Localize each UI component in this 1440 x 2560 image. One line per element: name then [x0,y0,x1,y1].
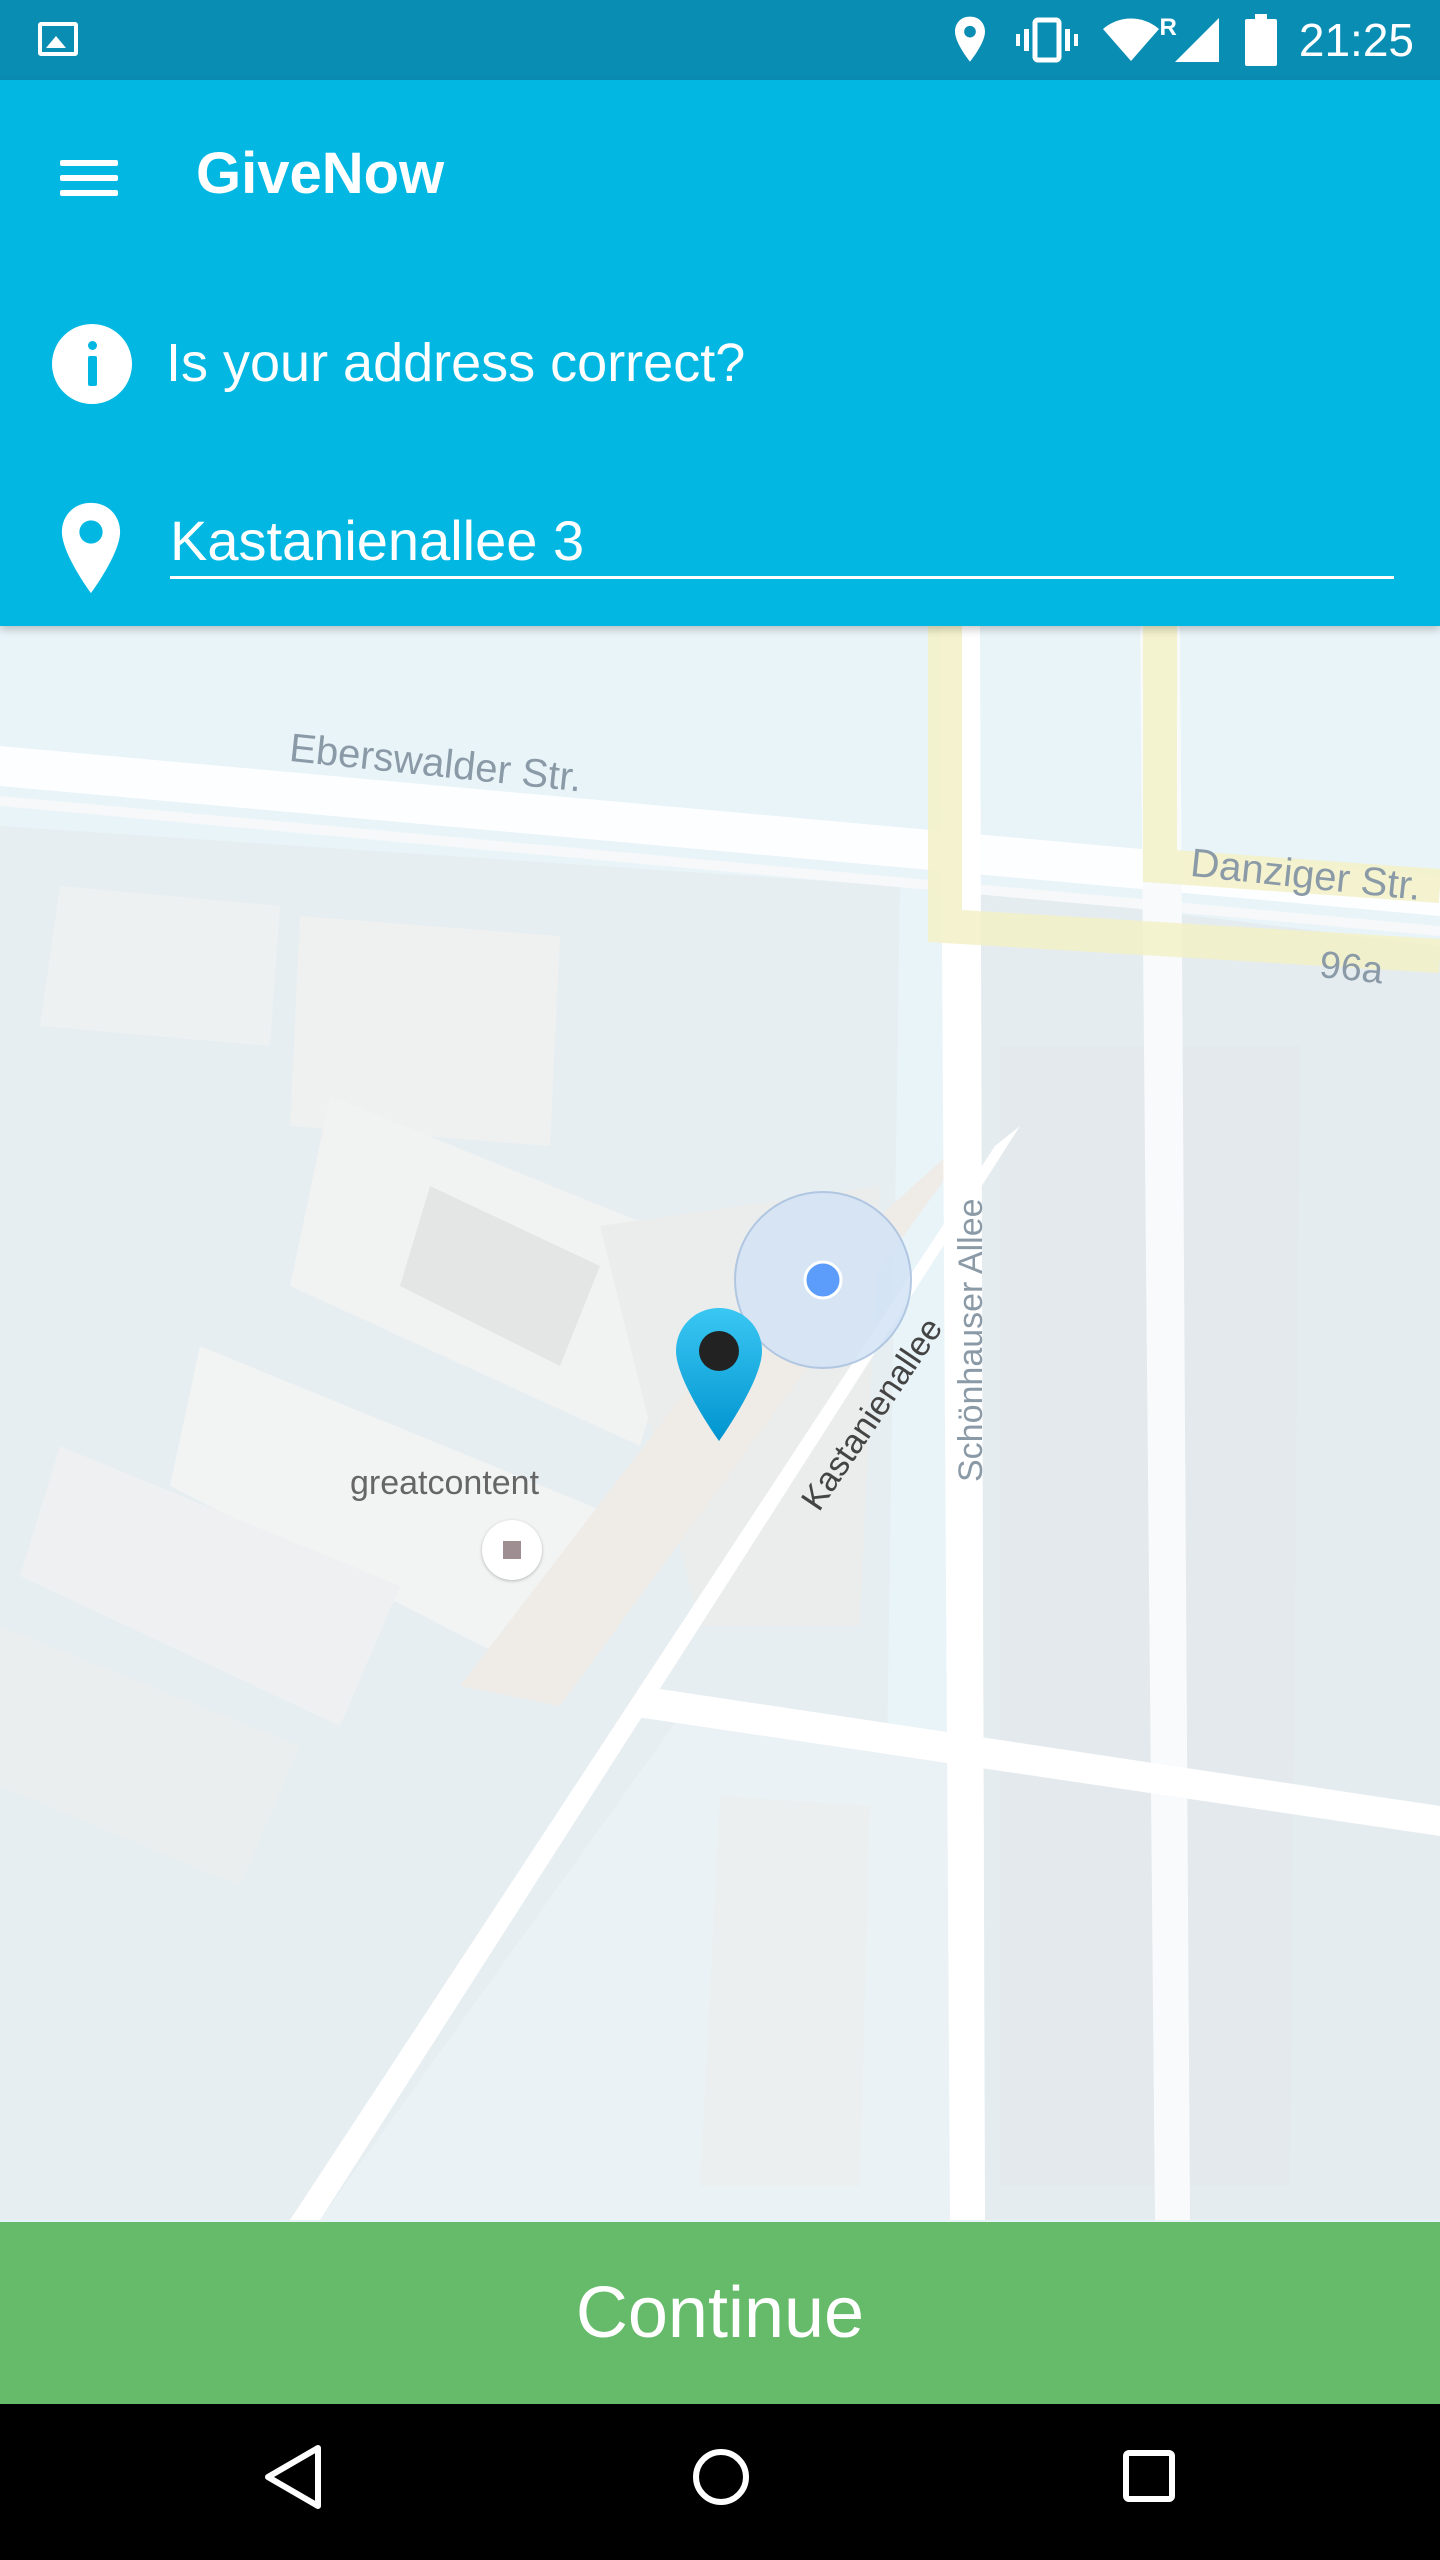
continue-button[interactable]: Continue [0,2222,1440,2404]
nav-bar [0,2404,1440,2560]
status-bar: R 21:25 [0,0,1440,80]
status-icons: R 21:25 [950,0,1440,80]
wifi-icon [1102,18,1159,61]
info-row: Is your address correct? [0,310,1440,420]
poi-marker[interactable] [482,1520,542,1580]
back-icon[interactable] [262,2442,324,2512]
poi-square-icon [503,1541,521,1559]
map-view[interactable]: Eberswalder Str. Danziger Str. 96a Schön… [0,626,1440,2220]
location-pin-icon [61,502,121,594]
signal-icon [1174,18,1219,62]
poi-label: greatcontent [350,1464,540,1502]
info-text: Is your address correct? [166,333,746,393]
battery-icon [1244,14,1277,66]
recents-icon[interactable] [1118,2442,1180,2512]
gallery-icon [38,22,78,56]
street-label-96a: 96a [1317,944,1386,993]
app-title: GiveNow [196,141,445,206]
map-marker-icon[interactable] [674,1306,764,1446]
home-icon[interactable] [690,2442,752,2512]
street-label-schoenhauser: Schönhauser Allee [952,1198,990,1482]
menu-icon[interactable] [58,154,122,202]
address-row [0,490,1440,620]
app-bar: GiveNow Is your address correct? [0,80,1440,626]
location-icon [954,16,985,62]
clock: 21:25 [1298,14,1414,66]
address-input[interactable] [170,504,1394,579]
info-icon [52,324,132,404]
vibrate-icon [1015,17,1078,63]
